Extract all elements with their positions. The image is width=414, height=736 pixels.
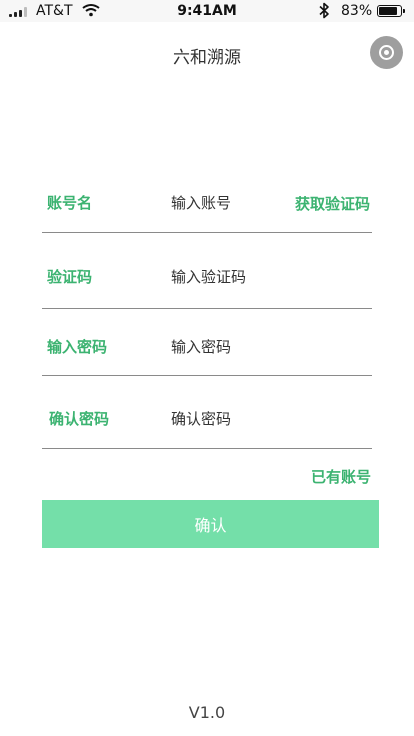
- battery-icon: [377, 5, 402, 17]
- code-label: 验证码: [47, 268, 93, 286]
- account-input[interactable]: [171, 191, 296, 215]
- bluetooth-icon: [319, 2, 329, 19]
- confirm-password-label: 确认密码: [49, 410, 110, 428]
- code-row: 验证码: [42, 233, 372, 309]
- password-row: 输入密码: [42, 309, 372, 376]
- account-row: 账号名 获取验证码: [42, 183, 372, 233]
- version-label: V1.0: [188, 703, 226, 722]
- code-input[interactable]: [171, 265, 296, 289]
- password-input[interactable]: [171, 335, 296, 359]
- has-account-link[interactable]: 已有账号: [311, 466, 371, 487]
- status-bar: AT&T 9:41AM 83%: [0, 0, 414, 22]
- get-code-button[interactable]: 获取验证码: [295, 193, 370, 214]
- page-title: 六和溯源: [173, 48, 241, 68]
- battery-percent: 83%: [341, 3, 373, 19]
- confirm-password-row: 确认密码: [42, 376, 372, 449]
- divider: [42, 448, 372, 449]
- confirm-button[interactable]: 确认: [42, 500, 379, 548]
- password-label: 输入密码: [47, 338, 108, 356]
- confirm-password-input[interactable]: [171, 407, 296, 431]
- battery-tip: [403, 9, 405, 13]
- account-label: 账号名: [47, 194, 93, 212]
- record-icon[interactable]: [370, 36, 403, 69]
